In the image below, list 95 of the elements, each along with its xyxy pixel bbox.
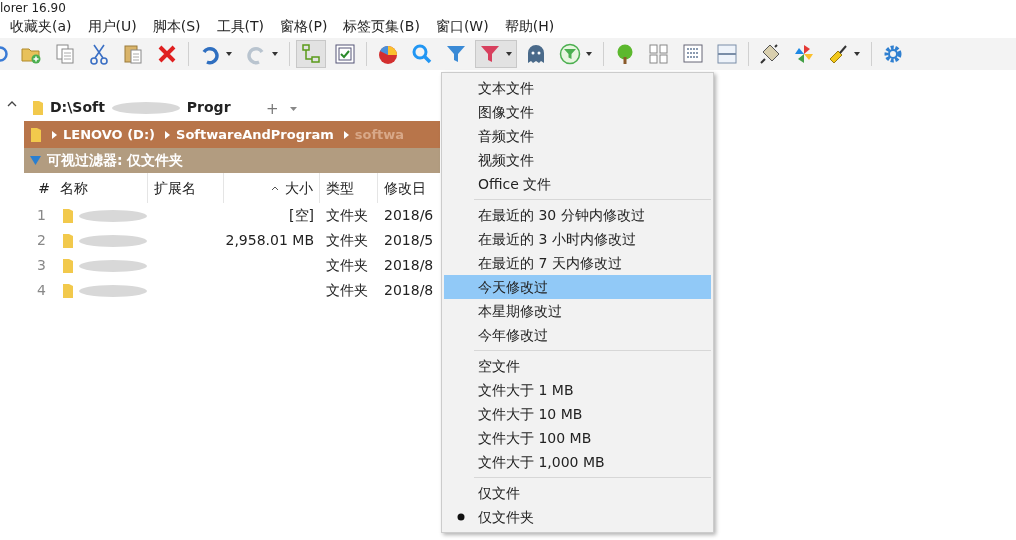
folder-icon [62, 232, 74, 249]
pie-chart-icon [377, 43, 399, 65]
table-cell-text: [空] [288, 206, 315, 225]
folder-icon [62, 282, 74, 299]
menu-item[interactable]: 文件大于 1 MB [444, 378, 711, 402]
chevron-icon [52, 130, 57, 139]
column-header[interactable]: 类型 [320, 173, 378, 203]
table-cell-text: 2018/5 [383, 231, 432, 250]
menu-item[interactable]: 在最近的 30 分钟内修改过 [444, 203, 711, 227]
caret-icon [505, 51, 513, 57]
redaction-blur [78, 233, 148, 248]
folder-icon [62, 257, 74, 274]
menu-item[interactable]: 文件大于 10 MB [444, 402, 711, 426]
filter-label: 可视过滤器: 仅文件夹 [47, 151, 184, 170]
funnel-icon [559, 43, 581, 65]
menu-item[interactable]: 文本文件 [444, 76, 711, 100]
menu-item[interactable]: 文件大于 100 MB [444, 426, 711, 450]
tab-label: Progr [186, 98, 231, 117]
tab-label: D:\Soft [50, 98, 105, 117]
folder-icon [62, 207, 74, 224]
sort-icon [271, 185, 279, 191]
collapse-icon[interactable] [7, 100, 17, 107]
delete-icon [156, 43, 178, 65]
folder-icon [30, 126, 42, 143]
window-title: lorer 16.90 [0, 1, 66, 15]
copy-icon [54, 43, 76, 65]
breadcrumb-item[interactable]: LENOVO (D:) [63, 124, 156, 145]
paste-icon [122, 43, 144, 65]
gear-icon [882, 43, 904, 65]
menu-item[interactable]: 空文件 [444, 354, 711, 378]
caret-icon [853, 51, 861, 57]
column-header[interactable]: 名称 [54, 173, 148, 203]
folder-icon [32, 99, 44, 116]
redaction-blur [78, 258, 148, 273]
table-cell-text: 文件夹 [325, 256, 369, 275]
menu-item[interactable]: 文件大于 1,000 MB [444, 450, 711, 474]
table-cell-text: 文件夹 [325, 231, 369, 250]
menu-item[interactable]: 收藏夹(a) [10, 15, 72, 37]
chevron-icon [165, 130, 171, 139]
paint-roller-icon [827, 43, 849, 65]
search-icon [411, 43, 433, 65]
redaction-blur [78, 208, 148, 223]
menu-item[interactable]: 工具(T) [216, 15, 264, 37]
menu-item[interactable]: 标签页集(B) [343, 15, 420, 37]
menu-item[interactable]: 脚本(S) [152, 15, 201, 37]
new-tab-button[interactable]: + [266, 97, 279, 121]
table-cell-text: 文件夹 [325, 206, 369, 225]
checkbox-icon [334, 43, 356, 65]
toolbar-button[interactable] [475, 40, 517, 68]
menu-item[interactable]: 仅文件夹 [444, 505, 711, 529]
pages-icon [648, 43, 670, 65]
redaction-blur [110, 100, 181, 115]
table-cell-text: 文件夹 [325, 281, 369, 300]
menu-item[interactable]: 在最近的 3 小时内修改过 [444, 227, 711, 251]
menu-item[interactable]: 音频文件 [444, 124, 711, 148]
menu-item[interactable]: 本星期修改过 [444, 299, 711, 323]
column-header[interactable]: 修改日 [378, 173, 438, 203]
funnel-icon [445, 43, 467, 65]
caret-icon[interactable] [288, 106, 298, 112]
menu-item[interactable]: Office 文件 [444, 172, 711, 196]
tree-view-icon [300, 43, 322, 65]
split-pane-icon [716, 43, 738, 65]
chevron-icon [343, 130, 349, 139]
menu-item[interactable]: 在最近的 7 天内修改过 [444, 251, 711, 275]
funnel-icon [479, 43, 501, 65]
table-cell-text: 2,958.01 MB [224, 231, 315, 250]
breadcrumb-item[interactable]: SoftwareAndProgram [176, 124, 334, 145]
row-number: 3 [36, 256, 47, 275]
pinwheel-icon [793, 43, 815, 65]
ghost-icon [525, 43, 547, 65]
scissors-icon [88, 43, 110, 65]
row-number: 1 [36, 206, 47, 225]
menu-item[interactable]: 仅文件 [444, 481, 711, 505]
table-cell-text: 2018/6 [383, 206, 432, 225]
row-number: 2 [36, 231, 47, 250]
menu-item[interactable]: 图像文件 [444, 100, 711, 124]
table-cell-text: 2018/8 [383, 281, 432, 300]
menu-item[interactable]: 帮助(H) [504, 15, 555, 37]
caret-icon [585, 51, 593, 57]
row-number: 4 [36, 281, 47, 300]
menu-item[interactable]: 视频文件 [444, 148, 711, 172]
menu-item[interactable]: 窗口(W) [435, 15, 489, 37]
funnel-icon [30, 155, 41, 166]
menu-item[interactable]: 用户(U) [87, 15, 137, 37]
redaction-blur [78, 283, 148, 298]
grid-icon [682, 43, 704, 65]
menu-item[interactable]: 窗格(P) [280, 15, 328, 37]
caret-icon [271, 51, 279, 57]
menu-item[interactable]: 今年修改过 [444, 323, 711, 347]
caret-icon [225, 51, 233, 57]
table-cell-text: 2018/8 [383, 256, 432, 275]
column-header[interactable]: 扩展名 [148, 173, 224, 203]
column-header[interactable]: 大小 [224, 173, 320, 203]
column-header[interactable]: # [24, 173, 54, 203]
menu-item[interactable]: 今天修改过 [444, 275, 711, 299]
